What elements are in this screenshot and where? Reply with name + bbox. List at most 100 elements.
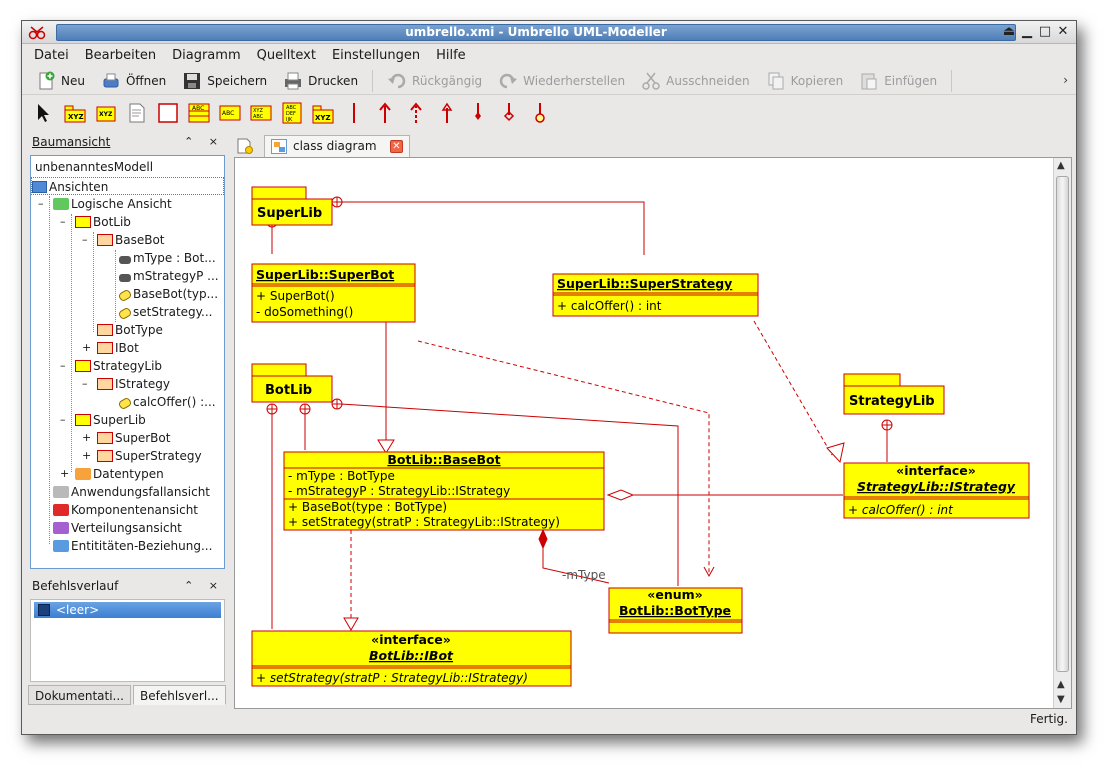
tree-item-superstrategy[interactable]: + SuperStrategy bbox=[82, 447, 202, 465]
minimize-icon[interactable]: ▁ bbox=[1020, 23, 1034, 41]
interface-istrategy[interactable]: «interface» StrategyLib::IStrategy + cal… bbox=[843, 462, 1030, 519]
tree-item-istrategy[interactable]: – IStrategy bbox=[82, 375, 170, 393]
close-tab-icon[interactable]: ✕ bbox=[390, 140, 403, 153]
open-button[interactable]: Öffnen bbox=[95, 69, 172, 93]
collapse-icon[interactable]: – bbox=[82, 231, 88, 249]
panel-float-close-icons[interactable]: ⌃ × bbox=[184, 133, 224, 151]
tree-root[interactable]: unbenanntesModell bbox=[35, 158, 153, 176]
tree-item-ansichten[interactable]: Ansichten bbox=[31, 177, 224, 195]
class-diagram[interactable]: -mType SuperLib SuperLib::SuperBot + Sup… bbox=[235, 158, 1053, 708]
enum-tool-icon[interactable]: ABCDEFIJK bbox=[280, 101, 304, 125]
tab-class-diagram[interactable]: class diagram ✕ bbox=[264, 135, 410, 157]
tab-dokumentation[interactable]: Dokumentati... bbox=[28, 685, 131, 705]
umbrello-app-icon[interactable] bbox=[28, 24, 46, 41]
tree-item-komponentenansicht[interactable]: Komponentenansicht bbox=[53, 501, 198, 519]
new-button[interactable]: Neu bbox=[30, 69, 91, 93]
scroll-down-icon[interactable]: ▼ bbox=[1057, 694, 1065, 705]
expand-icon[interactable]: + bbox=[82, 339, 91, 357]
aggregation-tool-icon[interactable] bbox=[435, 101, 459, 125]
tree-item-anwendungsfallansicht[interactable]: Anwendungsfallansicht bbox=[53, 483, 210, 501]
vertical-scrollbar[interactable]: ▲ ▲ ▼ bbox=[1053, 158, 1071, 708]
print-button[interactable]: Drucken bbox=[277, 69, 364, 93]
tab-befehlsverlauf[interactable]: Befehlsverl... bbox=[133, 685, 226, 705]
history-item[interactable]: <leer> bbox=[34, 602, 221, 618]
cut-button[interactable]: Ausschneiden bbox=[635, 69, 755, 93]
enum-bottype[interactable]: «enum» BotLib::BotType bbox=[608, 587, 743, 634]
save-label: Speichern bbox=[207, 73, 268, 88]
dependency-tool-icon[interactable] bbox=[404, 101, 428, 125]
menu-quelltext[interactable]: Quelltext bbox=[257, 48, 316, 63]
tree-item-basebot[interactable]: – BaseBot bbox=[82, 231, 165, 249]
tree-item-entitaeten[interactable]: Entititäten-Beziehung... bbox=[53, 537, 212, 555]
collapse-icon[interactable]: – bbox=[60, 213, 66, 231]
collapse-icon[interactable]: – bbox=[60, 357, 66, 375]
interface-tool-icon[interactable]: ABC bbox=[218, 101, 242, 125]
containment-tool-icon[interactable] bbox=[528, 101, 552, 125]
class-tool-icon[interactable]: ABC bbox=[187, 101, 211, 125]
entity-tool-icon[interactable]: XYZ bbox=[311, 101, 335, 125]
diagram-canvas[interactable]: -mType SuperLib SuperLib::SuperBot + Sup… bbox=[234, 157, 1072, 709]
tree-item-basebot-op[interactable]: BaseBot(typ... bbox=[117, 285, 218, 303]
tree-item-datentypen[interactable]: + Datentypen bbox=[60, 465, 164, 483]
scroll-up-icon[interactable]: ▲ bbox=[1057, 160, 1065, 171]
tree-item-calcoffer[interactable]: calcOffer() :... bbox=[117, 393, 216, 411]
component-tool-icon[interactable]: XYZ bbox=[94, 101, 118, 125]
class-superbot[interactable]: SuperLib::SuperBot + SuperBot() - doSome… bbox=[251, 263, 416, 323]
copy-button[interactable]: Kopieren bbox=[760, 69, 850, 93]
generalization-tool-icon[interactable] bbox=[373, 101, 397, 125]
package-botlib[interactable]: BotLib bbox=[251, 363, 333, 403]
collapse-icon[interactable]: – bbox=[60, 411, 66, 429]
scrollbar-thumb[interactable] bbox=[1056, 176, 1069, 672]
menu-einstellungen[interactable]: Einstellungen bbox=[332, 48, 420, 63]
realization-line[interactable] bbox=[753, 320, 833, 456]
menu-bearbeiten[interactable]: Bearbeiten bbox=[85, 48, 156, 63]
menu-diagramm[interactable]: Diagramm bbox=[172, 48, 240, 63]
tree-item-superbot[interactable]: + SuperBot bbox=[82, 429, 170, 447]
tree-item-setstrategy[interactable]: setStrategy... bbox=[117, 303, 213, 321]
tree-item-bottype[interactable]: BotType bbox=[97, 321, 163, 339]
select-arrow-icon[interactable] bbox=[32, 101, 56, 125]
box-tool-icon[interactable] bbox=[156, 101, 180, 125]
tree-item-botlib[interactable]: – BotLib bbox=[60, 213, 131, 231]
tree-item-superlib[interactable]: – SuperLib bbox=[60, 411, 146, 429]
maximize-icon[interactable]: □ bbox=[1038, 23, 1052, 41]
package-tool-icon[interactable]: XYZ bbox=[63, 101, 87, 125]
package-superlib[interactable]: SuperLib bbox=[251, 186, 333, 226]
expand-icon[interactable]: + bbox=[82, 429, 91, 447]
folder-orange-icon bbox=[75, 468, 91, 480]
tree-item-mstrategyp[interactable]: mStrategyP ... bbox=[119, 267, 219, 285]
association-tool-icon[interactable] bbox=[497, 101, 521, 125]
expand-icon[interactable]: + bbox=[82, 447, 91, 465]
package-strategylib[interactable]: StrategyLib bbox=[843, 373, 945, 415]
tree-item-ibot[interactable]: + IBot bbox=[82, 339, 139, 357]
redo-button[interactable]: Wiederherstellen bbox=[492, 69, 631, 93]
datatype-tool-icon[interactable]: XYZABC bbox=[249, 101, 273, 125]
scroll-up-icon[interactable]: ▲ bbox=[1057, 679, 1065, 690]
menu-datei[interactable]: Datei bbox=[34, 48, 69, 63]
collapse-icon[interactable]: – bbox=[82, 375, 88, 393]
tree-item-mtype[interactable]: mType : Bot... bbox=[119, 249, 216, 267]
interface-icon bbox=[97, 378, 113, 390]
composition-tool-icon[interactable] bbox=[466, 101, 490, 125]
paste-button[interactable]: Einfügen bbox=[853, 69, 943, 93]
class-superstrategy[interactable]: SuperLib::SuperStrategy + calcOffer() : … bbox=[552, 273, 759, 317]
containment-line[interactable] bbox=[341, 201, 645, 255]
interface-ibot[interactable]: «interface» BotLib::IBot + setStrategy(s… bbox=[251, 630, 572, 687]
menu-hilfe[interactable]: Hilfe bbox=[436, 48, 466, 63]
class-basebot[interactable]: BotLib::BaseBot - mType : BotType - mStr… bbox=[283, 451, 605, 531]
line-tool-icon[interactable] bbox=[342, 101, 366, 125]
note-tool-icon[interactable] bbox=[125, 101, 149, 125]
toolbar-more-icon[interactable]: › bbox=[1063, 73, 1068, 87]
expand-icon[interactable]: + bbox=[60, 465, 69, 483]
tree-item-logische-ansicht[interactable]: – Logische Ansicht bbox=[38, 195, 172, 213]
collapse-icon[interactable]: – bbox=[38, 195, 44, 213]
shade-icon[interactable]: ⏏ bbox=[1002, 23, 1016, 41]
new-diagram-icon[interactable] bbox=[236, 138, 254, 154]
package-title: StrategyLib bbox=[849, 394, 935, 409]
save-button[interactable]: Speichern bbox=[176, 69, 273, 93]
tree-item-strategylib[interactable]: – StrategyLib bbox=[60, 357, 162, 375]
close-icon[interactable]: ✕ bbox=[1056, 23, 1070, 41]
undo-button[interactable]: Rückgängig bbox=[381, 69, 488, 93]
tree-item-verteilungsansicht[interactable]: Verteilungsansicht bbox=[53, 519, 182, 537]
panel-float-close-icons[interactable]: ⌃ × bbox=[184, 577, 224, 595]
